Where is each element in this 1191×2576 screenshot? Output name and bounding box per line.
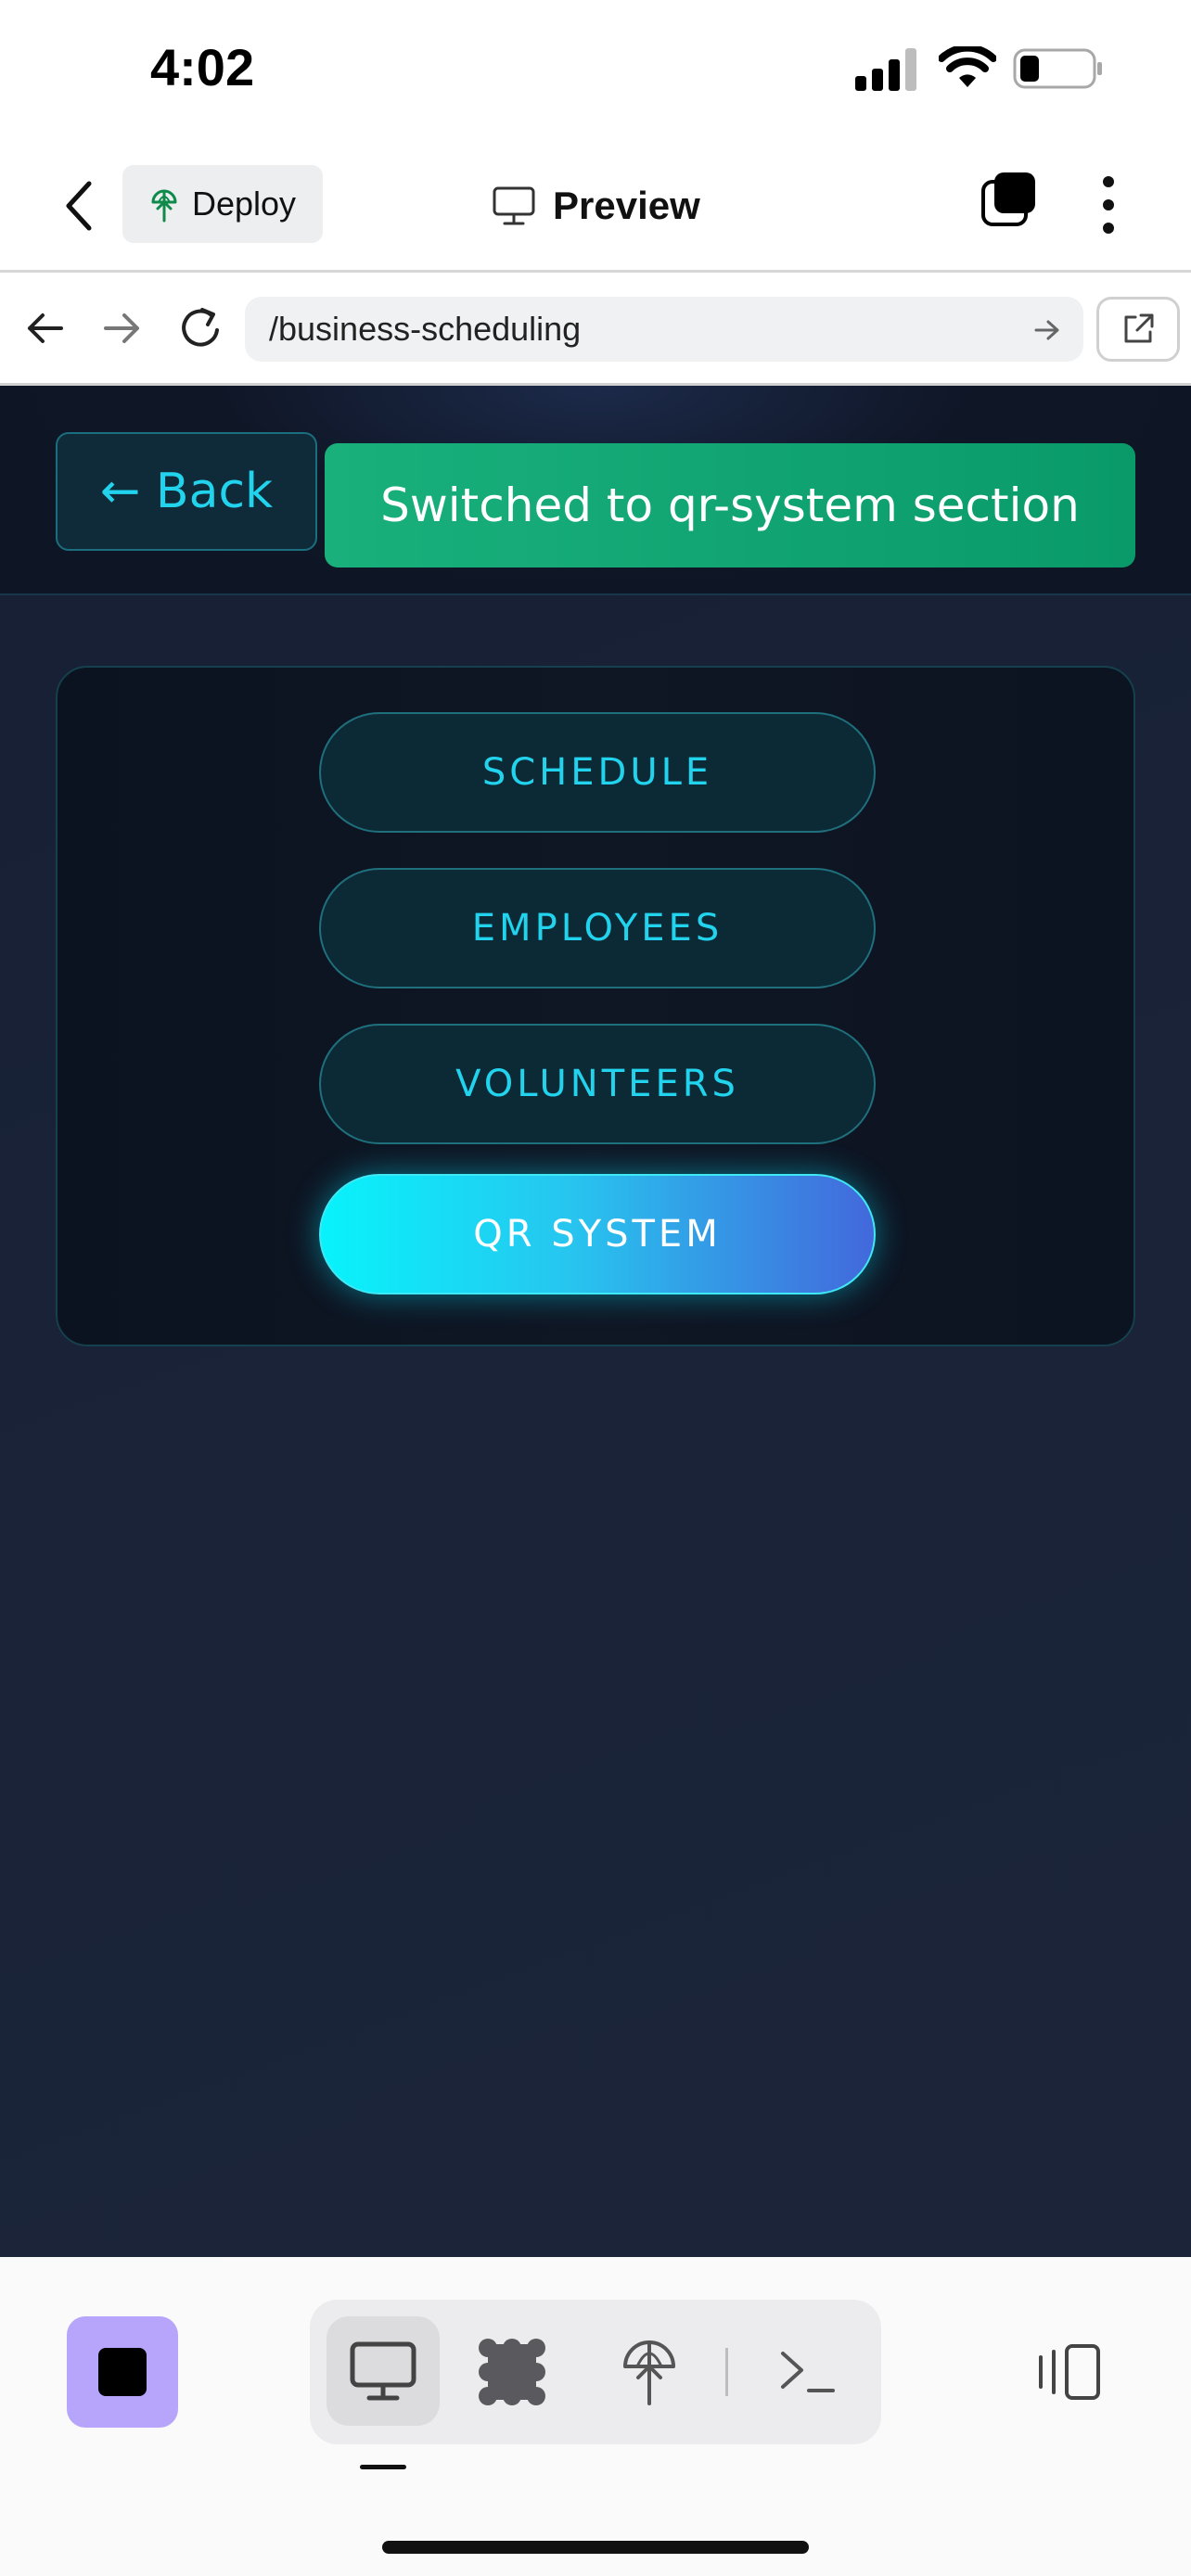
wifi-icon xyxy=(939,46,996,87)
preview-label: Preview xyxy=(553,184,700,227)
deploy-label: Deploy xyxy=(191,185,297,223)
bottom-toolbar xyxy=(0,2257,1191,2576)
nav-button-qr-system[interactable]: QR SYSTEM xyxy=(319,1174,876,1294)
stop-icon xyxy=(98,2348,147,2396)
deploy-button[interactable]: Deploy xyxy=(122,165,323,243)
active-tool-indicator xyxy=(360,2465,406,2469)
web-content: ← Back Switched to qr-system section SCH… xyxy=(0,386,1191,2257)
content-header: ← Back Switched to qr-system section xyxy=(0,386,1191,595)
terminal-icon[interactable] xyxy=(779,2348,837,2396)
open-external-button[interactable] xyxy=(1096,297,1180,362)
app-bar: Deploy Preview xyxy=(0,139,1191,273)
preview-title: Preview xyxy=(492,176,700,236)
arrow-left-icon[interactable] xyxy=(24,310,65,347)
section-nav-card: SCHEDULE EMPLOYEES VOLUNTEERS QR SYSTEM xyxy=(56,666,1135,1346)
panel-icon[interactable] xyxy=(1035,2342,1102,2402)
toast-notification: Switched to qr-system section xyxy=(325,443,1135,567)
grid-icon[interactable] xyxy=(477,2337,547,2407)
home-indicator xyxy=(382,2541,809,2554)
tool-divider xyxy=(725,2348,728,2396)
back-button[interactable]: ← Back xyxy=(56,432,317,551)
battery-icon xyxy=(1013,48,1102,89)
url-text: /business-scheduling xyxy=(269,310,582,348)
more-vertical-icon[interactable] xyxy=(1095,172,1122,237)
arrow-right-icon[interactable] xyxy=(102,310,143,347)
monitor-icon[interactable] xyxy=(349,2339,417,2404)
url-field[interactable]: /business-scheduling xyxy=(245,297,1083,362)
nav-button-schedule[interactable]: SCHEDULE xyxy=(319,712,876,833)
nav-button-employees[interactable]: EMPLOYEES xyxy=(319,868,876,988)
status-time: 4:02 xyxy=(150,38,255,96)
status-bar: 4:02 xyxy=(0,0,1191,139)
deploy-icon[interactable] xyxy=(621,2337,677,2407)
url-bar: /business-scheduling xyxy=(0,273,1191,386)
external-link-icon xyxy=(1124,313,1154,343)
stop-button[interactable] xyxy=(67,2316,178,2428)
arrow-right-small-icon[interactable] xyxy=(1033,317,1061,343)
chevron-left-icon[interactable] xyxy=(59,178,98,234)
signal-icon xyxy=(855,48,916,91)
tabs-icon[interactable] xyxy=(980,171,1039,230)
reload-icon[interactable] xyxy=(178,302,224,352)
monitor-icon xyxy=(493,186,535,225)
deploy-icon xyxy=(151,189,177,223)
nav-button-volunteers[interactable]: VOLUNTEERS xyxy=(319,1024,876,1144)
tool-group xyxy=(310,2300,881,2444)
